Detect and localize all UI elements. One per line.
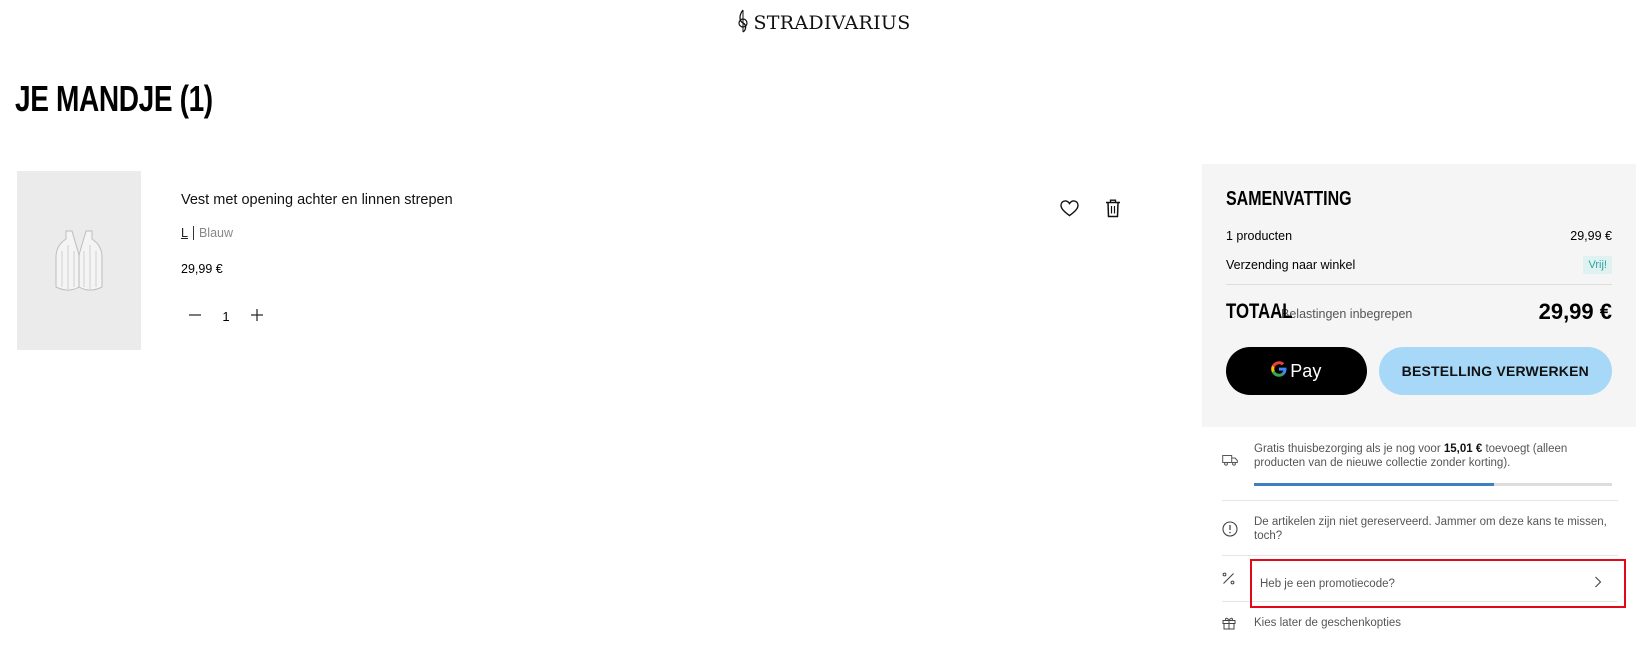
truck-icon xyxy=(1222,442,1254,466)
gift-icon xyxy=(1222,616,1254,630)
product-color: Blauw xyxy=(198,226,233,240)
quantity-stepper: 1 xyxy=(181,304,981,328)
alert-circle-icon xyxy=(1222,521,1254,537)
quantity-value[interactable]: 1 xyxy=(209,309,243,324)
remove-item-button[interactable] xyxy=(1102,199,1124,221)
product-name[interactable]: Vest met opening achter en linnen strepe… xyxy=(181,192,981,208)
free-shipping-progress xyxy=(1254,483,1612,486)
decrease-quantity-button[interactable] xyxy=(181,304,209,328)
product-size: L xyxy=(181,226,194,240)
product-variant: L Blauw xyxy=(181,226,981,240)
free-shipping-info: Gratis thuisbezorging als je nog voor 15… xyxy=(1222,430,1618,501)
increase-quantity-button[interactable] xyxy=(243,304,271,328)
tax-note: Belastingen inbegrepen xyxy=(1281,307,1413,321)
free-shipping-progress-fill xyxy=(1254,483,1494,486)
brand-logo[interactable]: STRADIVARIUS xyxy=(737,9,910,38)
promo-code-text: Heb je een promotiecode? xyxy=(1260,577,1395,590)
free-shipping-text: Gratis thuisbezorging als je nog voor 15… xyxy=(1254,442,1614,470)
not-reserved-text: De artikelen zijn niet gereserveerd. Jam… xyxy=(1254,516,1607,542)
promo-code-button[interactable]: Heb je een promotiecode? xyxy=(1250,559,1626,608)
site-header: STRADIVARIUS xyxy=(0,0,1648,46)
products-label: 1 producten xyxy=(1226,229,1293,243)
summary-divider xyxy=(1226,284,1612,285)
cart-info-list: Gratis thuisbezorging als je nog voor 15… xyxy=(1222,430,1626,640)
summary-products-row: 1 producten 29,99 € xyxy=(1226,229,1612,243)
stradivarius-logo-icon xyxy=(737,9,749,38)
not-reserved-info: De artikelen zijn niet gereserveerd. Jam… xyxy=(1222,501,1618,556)
product-price: 29,99 € xyxy=(181,262,223,276)
remaining-amount: 15,01 € xyxy=(1443,443,1483,455)
chevron-right-icon xyxy=(1594,576,1602,591)
cart-item: Vest met opening achter en linnen strepe… xyxy=(181,192,981,328)
add-to-wishlist-button[interactable] xyxy=(1058,199,1080,221)
free-shipping-badge: Vrij! xyxy=(1583,256,1612,274)
total-amount: 29,99 € xyxy=(1538,299,1612,324)
product-image[interactable] xyxy=(17,171,141,350)
checkout-button[interactable]: BESTELLING VERWERKEN xyxy=(1378,347,1612,395)
products-value: 29,99 € xyxy=(1570,229,1612,243)
minus-icon xyxy=(188,307,202,326)
promo-code-row: Heb je een promotiecode? xyxy=(1222,556,1626,608)
total-label: TOTAAL xyxy=(1226,300,1293,323)
checkout-buttons: Pay BESTELLING VERWERKEN xyxy=(1226,347,1612,395)
summary-total-row: TOTAAL Belastingen inbegrepen 29,99 € xyxy=(1226,299,1612,325)
google-pay-button[interactable]: Pay xyxy=(1226,347,1367,395)
plus-icon xyxy=(250,307,264,326)
summary-title: SAMENVATTING xyxy=(1226,188,1352,210)
page-title: JE MANDJE (1) xyxy=(15,78,213,119)
free-shipping-text-start: Gratis thuisbezorging als je nog voor xyxy=(1254,443,1441,455)
trash-icon xyxy=(1105,199,1121,222)
summary-shipping-row: Verzending naar winkel Vrij! xyxy=(1226,256,1612,274)
gift-options-text: Kies later de geschenkopties xyxy=(1254,617,1402,629)
shipping-label: Verzending naar winkel xyxy=(1226,258,1356,272)
google-pay-label: Pay xyxy=(1290,360,1322,381)
cart-item-actions xyxy=(1058,199,1124,221)
vest-thumbnail xyxy=(55,230,103,290)
order-summary: SAMENVATTING 1 producten 29,99 € Verzend… xyxy=(1202,164,1636,427)
google-g-icon xyxy=(1271,360,1287,382)
brand-name: STRADIVARIUS xyxy=(753,12,911,34)
heart-icon xyxy=(1059,199,1079,221)
